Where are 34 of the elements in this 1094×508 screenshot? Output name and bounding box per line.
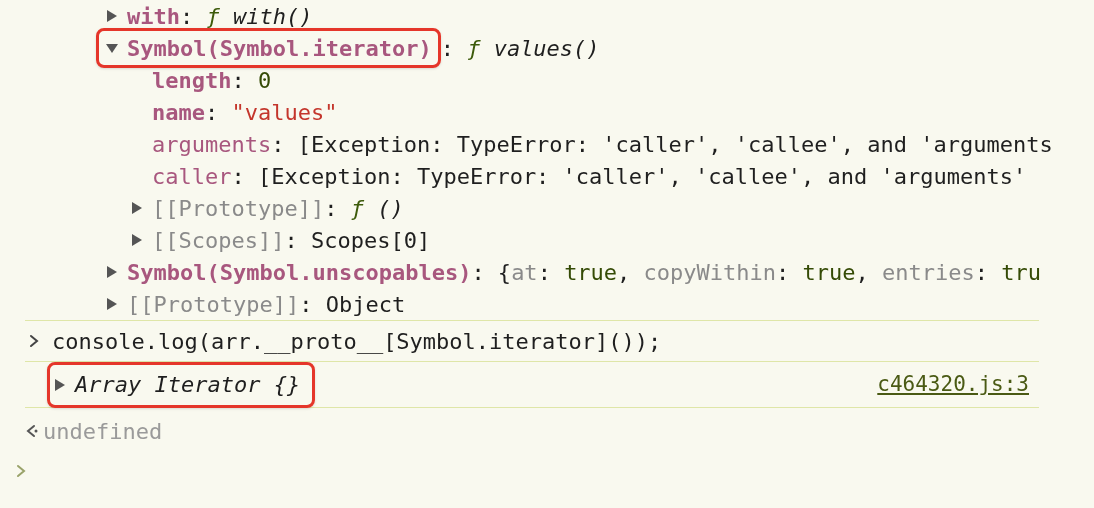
console-command-text: console.log(arr.__proto__[Symbol.iterator]()); [52, 327, 662, 356]
property-value: : Scopes[0] [284, 226, 431, 255]
property-value: : ƒ values() [440, 34, 600, 63]
collapsed-triangle-icon[interactable] [53, 377, 67, 392]
property-value: : [Exception: TypeError: 'caller', 'callee', and 'arguments [271, 130, 1053, 159]
property-value: : ƒ with() [180, 2, 313, 31]
expanded-triangle-icon[interactable] [105, 41, 119, 55]
return-value: undefined [43, 417, 163, 446]
property-value: : [Exception: TypeError: 'caller', 'callee', and 'arguments' [231, 162, 1027, 191]
prompt-chevron-icon [14, 463, 28, 479]
property-name: [[Prototype]] [127, 290, 300, 319]
result-arrow-icon [24, 423, 38, 439]
property-name: caller [152, 162, 232, 191]
property-name: [[Prototype]] [152, 194, 325, 223]
property-value: : "values" [205, 98, 338, 127]
property-name: name [152, 98, 205, 127]
property-value: : 0 [231, 66, 272, 95]
collapsed-triangle-icon[interactable] [105, 265, 119, 279]
collapsed-triangle-icon[interactable] [130, 201, 144, 215]
logged-object: Array Iterator {} [75, 371, 301, 399]
property-value: : Object [299, 290, 406, 319]
prompt-chevron-icon [27, 333, 41, 349]
source-link[interactable]: c464320.js:3 [877, 368, 1029, 401]
property-name: arguments [152, 130, 272, 159]
property-value: : {at: true, copyWithin: true, entries: tru [471, 258, 1041, 287]
property-name: with [127, 2, 180, 31]
collapsed-triangle-icon[interactable] [105, 297, 119, 311]
collapsed-triangle-icon[interactable] [130, 233, 144, 247]
collapsed-triangle-icon[interactable] [105, 9, 119, 23]
property-name: length [152, 66, 232, 95]
property-name: Symbol(Symbol.iterator) [127, 34, 432, 63]
property-value: : ƒ () [324, 194, 404, 223]
property-name: [[Scopes]] [152, 226, 285, 255]
property-name: Symbol(Symbol.unscopables) [127, 258, 472, 287]
